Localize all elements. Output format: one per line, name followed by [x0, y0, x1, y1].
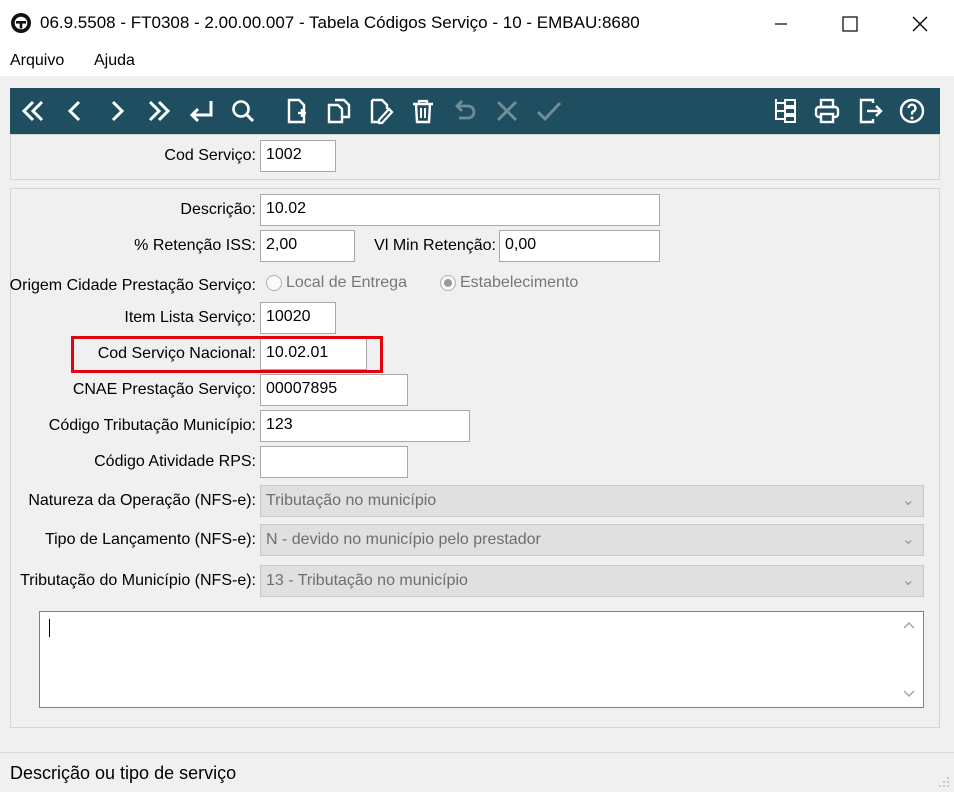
status-text: Descrição ou tipo de serviço [10, 763, 237, 783]
last-record-button[interactable] [144, 96, 174, 126]
search-icon [232, 100, 255, 123]
confirm-icon [536, 101, 562, 122]
menu-bar: Arquivo Ajuda [0, 48, 954, 76]
tipo-lanc-label: Tipo de Lançamento (NFS-e): [44, 531, 256, 548]
radio-local-entrega[interactable]: Local de Entrega [266, 274, 407, 292]
text-cursor [49, 619, 50, 637]
item-lista-label: Item Lista Serviço: [124, 309, 256, 326]
highlight-box [71, 336, 383, 373]
new-icon [287, 98, 306, 124]
natureza-value: Tributação no município [266, 492, 437, 509]
cancel-button[interactable] [492, 96, 522, 126]
cod-ativ-field[interactable] [260, 446, 408, 478]
radio-estabelecimento-label: Estabelecimento [460, 274, 579, 291]
radio-estabelecimento-dot [440, 275, 456, 291]
first-icon [21, 100, 44, 122]
enter-button[interactable] [186, 96, 216, 126]
scroll-up-icon[interactable] [903, 620, 915, 630]
cod-trib-field[interactable]: 123 [260, 410, 470, 442]
minimize-button[interactable] [758, 0, 804, 48]
cnae-field[interactable]: 00007895 [260, 374, 408, 406]
enter-icon [189, 101, 213, 123]
close-icon [912, 16, 928, 32]
search-button[interactable] [228, 96, 258, 126]
tree-icon [775, 99, 796, 123]
cod-ativ-label: Código Atividade RPS: [94, 453, 256, 470]
help-button[interactable] [897, 96, 927, 126]
minimize-icon [775, 23, 787, 25]
menu-ajuda[interactable]: Ajuda [94, 52, 135, 70]
origem-label: Origem Cidade Prestação Serviço: [9, 277, 256, 294]
exit-button[interactable] [856, 96, 886, 126]
cod-trib-label: Código Tributação Município: [48, 417, 256, 434]
edit-record-button[interactable] [366, 96, 396, 126]
toolbar [10, 88, 940, 134]
confirm-button[interactable] [534, 96, 564, 126]
radio-local-entrega-dot [266, 275, 282, 291]
app-logo-icon [10, 12, 32, 34]
print-icon [814, 98, 840, 124]
memo-textarea[interactable] [39, 611, 924, 708]
cod-servico-field[interactable]: 1002 [260, 140, 336, 172]
maximize-button[interactable] [827, 0, 873, 48]
cod-servico-label: Cod Serviço: [164, 147, 256, 164]
cnae-label: CNAE Prestação Serviço: [72, 381, 256, 398]
chevron-down-icon: ⌄ [901, 492, 915, 509]
natureza-label: Natureza da Operação (NFS-e): [28, 492, 256, 509]
new-record-button[interactable] [282, 96, 312, 126]
edit-icon [370, 98, 394, 125]
radio-local-entrega-label: Local de Entrega [286, 274, 407, 291]
delete-icon [413, 99, 433, 124]
next-record-button[interactable] [102, 96, 132, 126]
tipo-lanc-value: N - devido no município pelo prestador [266, 531, 541, 548]
help-icon [899, 98, 925, 124]
chevron-down-icon: ⌄ [901, 531, 915, 548]
exit-icon [859, 98, 883, 124]
descricao-label: Descrição: [180, 201, 256, 218]
maximize-icon [842, 16, 858, 32]
print-button[interactable] [812, 96, 842, 126]
menu-arquivo[interactable]: Arquivo [10, 52, 64, 70]
tree-button[interactable] [770, 96, 800, 126]
previous-icon [67, 100, 81, 122]
retencao-iss-field[interactable]: 2,00 [260, 230, 355, 262]
radio-estabelecimento[interactable]: Estabelecimento [440, 274, 578, 292]
vl-min-retencao-field[interactable]: 0,00 [499, 230, 660, 262]
retencao-iss-label: % Retenção ISS: [134, 237, 256, 254]
tipo-lanc-select[interactable]: N - devido no município pelo prestador ⌄ [260, 524, 924, 556]
descricao-field[interactable]: 10.02 [260, 194, 660, 226]
undo-icon [455, 100, 476, 120]
natureza-select[interactable]: Tributação no município ⌄ [260, 485, 924, 517]
vl-min-retencao-label: Vl Min Retenção: [374, 237, 496, 254]
copy-record-button[interactable] [324, 96, 354, 126]
first-record-button[interactable] [18, 96, 48, 126]
cancel-icon [496, 100, 518, 122]
resize-grip-icon[interactable] [936, 774, 950, 788]
tributacao-label: Tributação do Município (NFS-e): [20, 572, 256, 589]
previous-record-button[interactable] [60, 96, 90, 126]
tributacao-select[interactable]: 13 - Tributação no município ⌄ [260, 565, 924, 597]
last-icon [148, 100, 171, 122]
copy-icon [327, 98, 351, 124]
title-bar: 06.9.5508 - FT0308 - 2.00.00.007 - Tabel… [0, 0, 954, 48]
chevron-down-icon: ⌄ [901, 572, 915, 589]
window-title: 06.9.5508 - FT0308 - 2.00.00.007 - Tabel… [40, 13, 640, 32]
item-lista-field[interactable]: 10020 [260, 302, 336, 334]
delete-record-button[interactable] [408, 96, 438, 126]
tributacao-value: 13 - Tributação no município [266, 572, 468, 589]
scroll-down-icon[interactable] [903, 689, 915, 699]
undo-button[interactable] [450, 96, 480, 126]
status-bar: Descrição ou tipo de serviço [0, 752, 954, 792]
next-icon [111, 100, 125, 122]
close-window-button[interactable] [897, 0, 943, 48]
